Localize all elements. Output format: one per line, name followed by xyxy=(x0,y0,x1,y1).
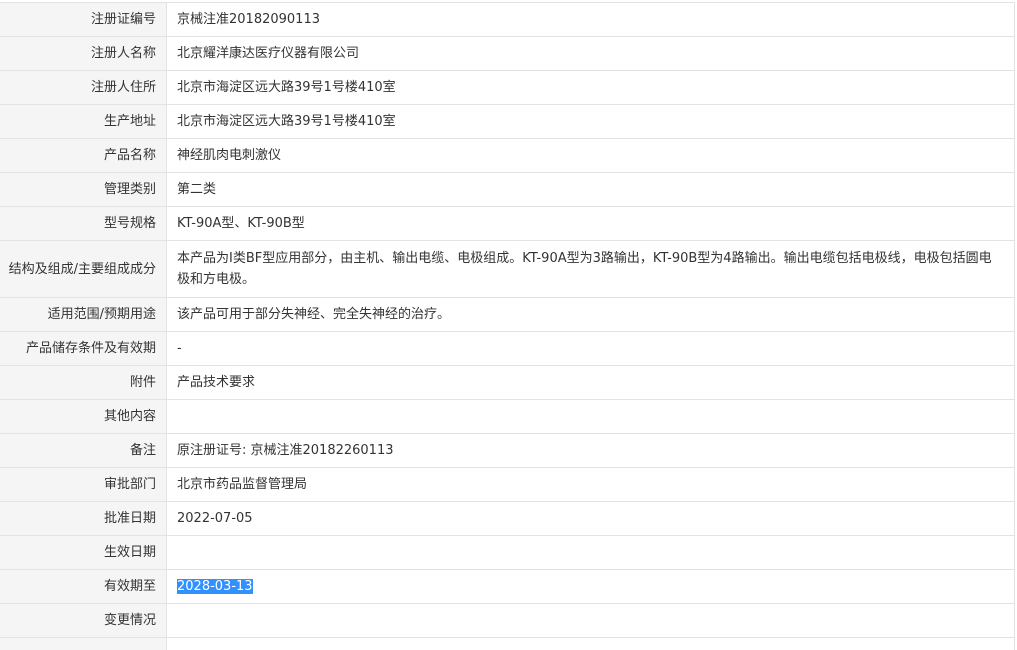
row-label: 备注 xyxy=(0,433,167,468)
table-row: 产品储存条件及有效期 - xyxy=(0,331,1015,366)
row-label: 管理类别 xyxy=(0,172,167,207)
row-value: 神经肌肉电刺激仪 xyxy=(166,138,1015,173)
table-row: 生产地址 北京市海淀区远大路39号1号楼410室 xyxy=(0,104,1015,139)
row-value xyxy=(166,603,1015,638)
registration-detail-table: 注册证编号 京械注准20182090113 注册人名称 北京耀洋康达医疗仪器有限… xyxy=(0,2,1015,650)
row-label: 型号规格 xyxy=(0,206,167,241)
table-row: 生效日期 xyxy=(0,535,1015,570)
row-label: 变更情况 xyxy=(0,603,167,638)
table-row: 批准日期 2022-07-05 xyxy=(0,501,1015,536)
row-label xyxy=(0,637,167,650)
table-row: 结构及组成/主要组成成分 本产品为Ⅰ类BF型应用部分，由主机、输出电缆、电极组成… xyxy=(0,240,1015,298)
row-label: 适用范围/预期用途 xyxy=(0,297,167,332)
table-row: 型号规格 KT-90A型、KT-90B型 xyxy=(0,206,1015,241)
row-value xyxy=(166,637,1015,650)
row-label: 产品储存条件及有效期 xyxy=(0,331,167,366)
row-value: 第二类 xyxy=(166,172,1015,207)
row-value: 原注册证号: 京械注准20182260113 xyxy=(166,433,1015,468)
row-value: - xyxy=(166,331,1015,366)
row-label: 批准日期 xyxy=(0,501,167,536)
row-value xyxy=(166,535,1015,570)
row-label: 附件 xyxy=(0,365,167,400)
table-row: 备注 原注册证号: 京械注准20182260113 xyxy=(0,433,1015,468)
row-value: 产品技术要求 xyxy=(166,365,1015,400)
table-row: 产品名称 神经肌肉电刺激仪 xyxy=(0,138,1015,173)
table-row: 管理类别 第二类 xyxy=(0,172,1015,207)
detail-viewport: 注册证编号 京械注准20182090113 注册人名称 北京耀洋康达医疗仪器有限… xyxy=(0,0,1017,650)
row-value: 北京耀洋康达医疗仪器有限公司 xyxy=(166,36,1015,71)
row-label: 生产地址 xyxy=(0,104,167,139)
table-row-partial xyxy=(0,637,1015,650)
table-row: 适用范围/预期用途 该产品可用于部分失神经、完全失神经的治疗。 xyxy=(0,297,1015,332)
table-row: 变更情况 xyxy=(0,603,1015,638)
table-row: 附件 产品技术要求 xyxy=(0,365,1015,400)
row-value: KT-90A型、KT-90B型 xyxy=(166,206,1015,241)
table-row: 注册证编号 京械注准20182090113 xyxy=(0,2,1015,37)
row-value[interactable]: 2028-03-13 xyxy=(166,569,1015,604)
selected-expiry-date[interactable]: 2028-03-13 xyxy=(177,578,253,594)
row-value: 北京市药品监督管理局 xyxy=(166,467,1015,502)
row-value: 北京市海淀区远大路39号1号楼410室 xyxy=(166,70,1015,105)
row-value: 京械注准20182090113 xyxy=(166,2,1015,37)
table-row: 审批部门 北京市药品监督管理局 xyxy=(0,467,1015,502)
row-value: 北京市海淀区远大路39号1号楼410室 xyxy=(166,104,1015,139)
table-row: 注册人住所 北京市海淀区远大路39号1号楼410室 xyxy=(0,70,1015,105)
row-label: 注册人名称 xyxy=(0,36,167,71)
row-value: 2022-07-05 xyxy=(166,501,1015,536)
table-row: 注册人名称 北京耀洋康达医疗仪器有限公司 xyxy=(0,36,1015,71)
row-label: 注册证编号 xyxy=(0,2,167,37)
row-label: 生效日期 xyxy=(0,535,167,570)
row-value xyxy=(166,399,1015,434)
row-label: 有效期至 xyxy=(0,569,167,604)
row-value: 该产品可用于部分失神经、完全失神经的治疗。 xyxy=(166,297,1015,332)
row-label: 审批部门 xyxy=(0,467,167,502)
row-label: 产品名称 xyxy=(0,138,167,173)
table-row: 其他内容 xyxy=(0,399,1015,434)
row-label: 注册人住所 xyxy=(0,70,167,105)
row-label: 结构及组成/主要组成成分 xyxy=(0,240,167,298)
table-row: 有效期至 2028-03-13 xyxy=(0,569,1015,604)
row-label: 其他内容 xyxy=(0,399,167,434)
row-value: 本产品为Ⅰ类BF型应用部分，由主机、输出电缆、电极组成。KT-90A型为3路输出… xyxy=(166,240,1015,298)
